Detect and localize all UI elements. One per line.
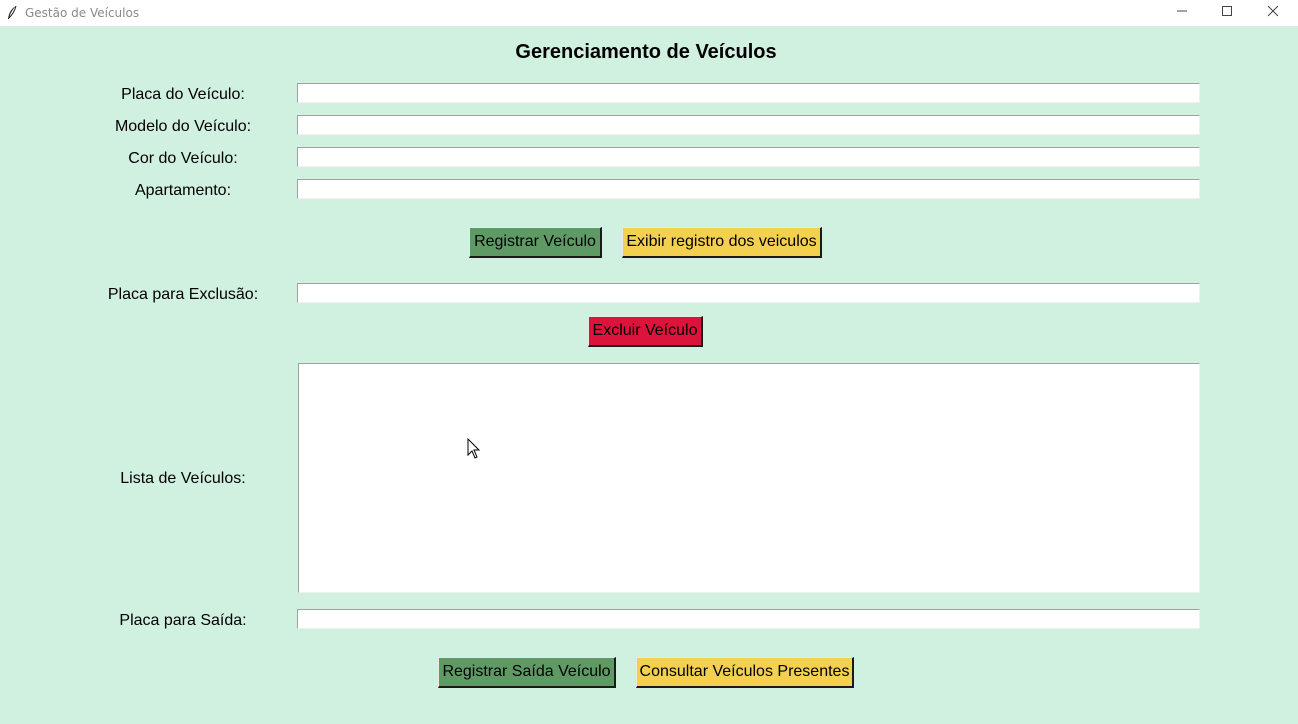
saida-input[interactable] — [297, 609, 1200, 629]
lista-label: Lista de Veículos: — [120, 470, 246, 487]
exibir-registro-button[interactable]: Exibir registro dos veiculos — [622, 227, 822, 258]
maximize-button[interactable] — [1204, 0, 1250, 26]
saida-label: Placa para Saída: — [119, 612, 247, 629]
title-bar[interactable]: Gestão de Veículos — [0, 0, 1298, 27]
minimize-button[interactable] — [1159, 0, 1205, 26]
registrar-saida-button[interactable]: Registrar Saída Veículo — [438, 657, 616, 688]
apartamento-label: Apartamento: — [134, 182, 232, 199]
exclusao-input[interactable] — [297, 283, 1200, 303]
window-title: Gestão de Veículos — [25, 6, 140, 20]
minimize-icon — [1176, 4, 1188, 22]
registrar-veiculo-button[interactable]: Registrar Veículo — [469, 227, 602, 258]
modelo-input[interactable] — [297, 115, 1200, 135]
placa-label: Placa do Veículo: — [121, 86, 245, 103]
exclusao-label: Placa para Exclusão: — [107, 286, 259, 303]
feather-icon — [6, 5, 18, 21]
close-icon — [1267, 4, 1279, 22]
vehicle-listbox[interactable] — [298, 363, 1200, 593]
maximize-icon — [1221, 4, 1233, 22]
close-button[interactable] — [1250, 0, 1296, 26]
apartamento-input[interactable] — [297, 179, 1200, 199]
excluir-veiculo-button[interactable]: Excluir Veículo — [588, 316, 703, 347]
modelo-label: Modelo do Veículo: — [114, 118, 252, 135]
page-title: Gerenciamento de Veículos — [515, 41, 777, 63]
cor-input[interactable] — [297, 147, 1200, 167]
placa-input[interactable] — [297, 83, 1200, 103]
mouse-pointer-icon — [467, 437, 481, 460]
consultar-veiculos-button[interactable]: Consultar Veículos Presentes — [636, 657, 854, 688]
cor-label: Cor do Veículo: — [128, 150, 238, 167]
